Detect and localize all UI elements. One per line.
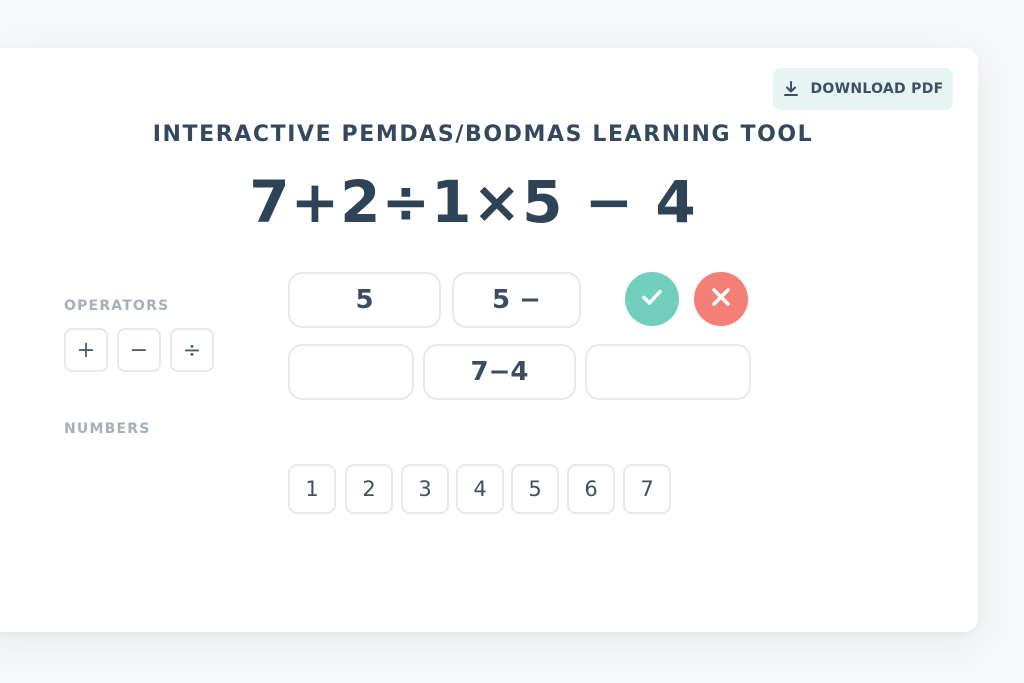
operator-tile-divide[interactable]: ÷ <box>170 328 214 372</box>
download-pdf-button[interactable]: DOWNLOAD PDF <box>773 68 953 110</box>
clear-button[interactable] <box>694 272 748 326</box>
operator-tile-plus[interactable]: + <box>64 328 108 372</box>
page-title: INTERACTIVE PEMDAS/BODMAS LEARNING TOOL <box>152 122 814 147</box>
number-tile-1[interactable]: 1 <box>288 464 336 514</box>
check-icon <box>638 283 666 315</box>
number-tile-7[interactable]: 7 <box>623 464 671 514</box>
numbers-label: NUMBERS <box>64 421 151 437</box>
workspace-slot-4[interactable]: 7−4 <box>423 344 576 400</box>
workspace-slot-5[interactable] <box>585 344 751 400</box>
operator-tile-minus[interactable]: − <box>117 328 161 372</box>
math-expression: 7+2÷1×5 − 4 <box>249 168 697 236</box>
download-pdf-label: DOWNLOAD PDF <box>810 81 944 97</box>
number-tile-5[interactable]: 5 <box>511 464 559 514</box>
operators-label: OPERATORS <box>64 298 170 314</box>
number-tile-3[interactable]: 3 <box>401 464 449 514</box>
workspace-slot-2[interactable]: 5 − <box>452 272 581 328</box>
learning-tool-card: DOWNLOAD PDF INTERACTIVE PEMDAS/BODMAS L… <box>0 48 978 632</box>
workspace-slot-1[interactable]: 5 <box>288 272 441 328</box>
close-icon <box>708 284 734 314</box>
download-icon <box>782 80 800 98</box>
number-tile-6[interactable]: 6 <box>567 464 615 514</box>
workspace-slot-3[interactable] <box>288 344 414 400</box>
number-tile-2[interactable]: 2 <box>345 464 393 514</box>
check-answer-button[interactable] <box>625 272 679 326</box>
number-tile-4[interactable]: 4 <box>456 464 504 514</box>
